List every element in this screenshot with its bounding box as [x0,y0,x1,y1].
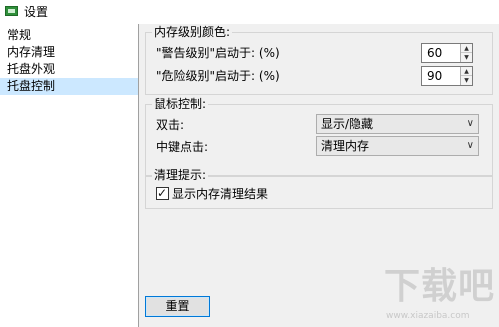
watermark-logo: 下载吧 www.xiazaiba.com [380,263,498,325]
spin-down-arrow-icon[interactable]: ▼ [461,76,472,85]
danger-level-stepper: ▲ ▼ [460,67,472,85]
spin-up-arrow-icon[interactable]: ▲ [461,67,472,76]
memory-color-group-title: 内存级别颜色: [152,25,233,39]
warning-level-label: "警告级别"启动于: (%) [156,46,280,60]
show-clean-result-checkbox[interactable]: ✓ [156,186,169,200]
warning-level-spinbox[interactable]: 60 ▲ ▼ [421,43,473,63]
checkmark-icon: ✓ [157,186,168,200]
sidebar-item-tray-control[interactable]: 托盘控制 [0,78,138,95]
settings-sidebar: 常规 内存清理 托盘外观 托盘控制 [0,24,139,327]
warning-level-stepper: ▲ ▼ [460,44,472,62]
double-click-selected-value: 显示/隐藏 [321,117,374,131]
danger-level-label: "危险级别"启动于: (%) [156,69,280,83]
middle-click-selected-value: 清理内存 [321,139,370,153]
double-click-select[interactable]: 显示/隐藏 ∨ [316,114,479,134]
spin-down-arrow-icon[interactable]: ▼ [461,53,472,62]
reset-button[interactable]: 重置 [145,296,210,317]
show-clean-result-label[interactable]: 显示内存清理结果 [172,186,268,202]
sidebar-item-memory-clean[interactable]: 内存清理 [0,44,138,61]
watermark-text: 下载吧 [384,266,496,307]
window-title: 设置 [24,5,49,19]
app-memory-icon [5,6,18,16]
mouse-control-group: 鼠标控制: 双击: 显示/隐藏 ∨ 中键点击: 清理内存 ∨ [145,97,493,177]
chevron-down-icon: ∨ [466,118,474,129]
warning-level-value: 60 [427,46,443,60]
danger-level-spinbox[interactable]: 90 ▲ ▼ [421,66,473,86]
chevron-down-icon: ∨ [466,140,474,151]
watermark-url: www.xiazaiba.com [386,311,470,321]
middle-click-label: 中键点击: [156,140,209,154]
double-click-label: 双击: [156,118,185,132]
clean-tip-group: 清理提示: ✓ 显示内存清理结果 [145,168,493,209]
middle-click-select[interactable]: 清理内存 ∨ [316,136,479,156]
memory-color-group: 内存级别颜色: "警告级别"启动于: (%) 60 ▲ ▼ "危险级别"启动于:… [145,25,493,95]
title-bar: 设置 [0,0,499,24]
danger-level-value: 90 [427,69,443,83]
mouse-control-group-title: 鼠标控制: [152,97,209,111]
clean-tip-group-title: 清理提示: [152,168,209,182]
sidebar-item-tray-appearance[interactable]: 托盘外观 [0,61,138,78]
sidebar-item-general[interactable]: 常规 [0,27,138,44]
spin-up-arrow-icon[interactable]: ▲ [461,44,472,53]
